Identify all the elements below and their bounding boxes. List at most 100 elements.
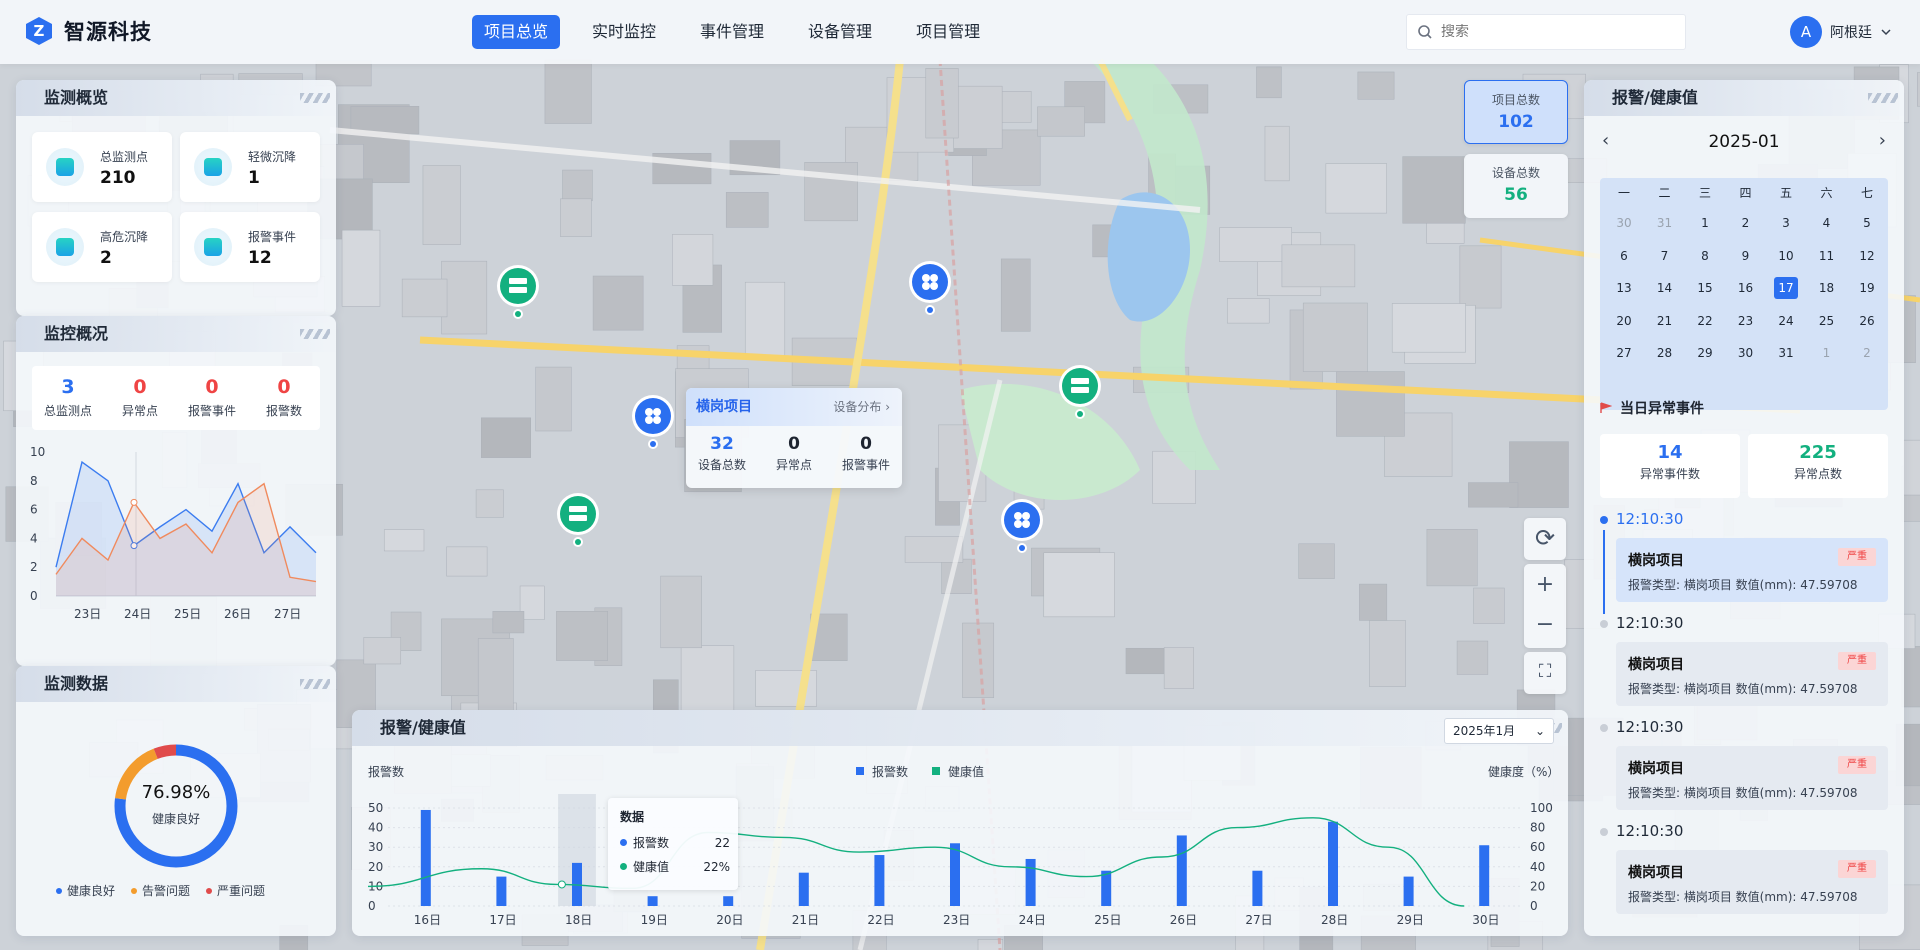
- calendar-day[interactable]: 11: [1815, 245, 1839, 267]
- alarm-health-bar-chart[interactable]: 报警数 健康度（%）报警数 健康值50 10040 8030 6020 4010 200 016…: [352, 746, 1568, 936]
- monitor-stat[interactable]: 0 报警事件: [176, 366, 248, 430]
- zoom-in-button[interactable]: +: [1524, 564, 1566, 606]
- refresh-button[interactable]: ⟳: [1524, 518, 1566, 560]
- calendar-day[interactable]: 20: [1612, 310, 1636, 332]
- building: [1000, 258, 1031, 332]
- event-title: 横岗项目: [1628, 865, 1684, 881]
- nav-item-devices[interactable]: 设备管理: [796, 15, 884, 49]
- calendar-day[interactable]: 1: [1693, 212, 1717, 234]
- user-menu[interactable]: A 阿根廷: [1790, 16, 1892, 48]
- cluster-icon: [909, 261, 951, 315]
- monitor-line-chart[interactable]: 10 8 6 4 2 0 23日 24日 25日 26日 27日: [26, 446, 326, 626]
- building: [1256, 66, 1282, 99]
- stat-card-alarm[interactable]: 报警事件 12: [180, 212, 320, 282]
- calendar-day[interactable]: 26: [1855, 310, 1879, 332]
- weekday-label: 六: [1820, 186, 1833, 200]
- fullscreen-button[interactable]: ⛶: [1524, 652, 1566, 694]
- nav-item-realtime[interactable]: 实时监控: [580, 15, 668, 49]
- calendar-day[interactable]: 12: [1855, 245, 1879, 267]
- alarm-bar: [1403, 876, 1414, 906]
- event-stat[interactable]: 225 异常点数: [1748, 434, 1888, 498]
- calendar-day[interactable]: 23: [1734, 310, 1758, 332]
- calendar-day[interactable]: 9: [1734, 245, 1758, 267]
- y-right-tick: 100: [1530, 801, 1553, 815]
- stat-label: 高危沉降: [100, 230, 149, 244]
- calendar-day[interactable]: 2: [1855, 342, 1879, 364]
- x-tick-label: 30日: [1472, 913, 1499, 927]
- nav-item-events[interactable]: 事件管理: [688, 15, 776, 49]
- calendar-day[interactable]: 29: [1693, 342, 1717, 364]
- health-donut-chart[interactable]: [106, 736, 246, 876]
- map-marker[interactable]: [908, 260, 952, 316]
- calendar-day[interactable]: 22: [1693, 310, 1717, 332]
- calendar-day[interactable]: 14: [1653, 277, 1677, 299]
- monitor-point-icon: [46, 148, 84, 186]
- building: [475, 489, 504, 518]
- map-marker[interactable]: [1000, 498, 1044, 554]
- event-section-title: 当日异常事件: [1600, 398, 1704, 418]
- calendar-day[interactable]: 17: [1774, 277, 1798, 299]
- device-count-card[interactable]: 设备总数 56: [1464, 154, 1568, 218]
- monitor-stat[interactable]: 0 报警数: [248, 366, 320, 430]
- search-input[interactable]: [1441, 24, 1675, 40]
- alarm-bar: [496, 876, 507, 906]
- nav-item-overview[interactable]: 项目总览: [472, 15, 561, 49]
- calendar-day[interactable]: 15: [1693, 277, 1717, 299]
- calendar-day[interactable]: 21: [1653, 310, 1677, 332]
- building: [1357, 71, 1395, 100]
- stat-card-danger[interactable]: 高危沉降 2: [32, 212, 172, 282]
- calendar-day[interactable]: 16: [1734, 277, 1758, 299]
- zoom-out-button[interactable]: −: [1524, 606, 1566, 648]
- next-month-button[interactable]: ›: [1879, 130, 1886, 151]
- calendar-day[interactable]: 30: [1734, 342, 1758, 364]
- monitor-stat[interactable]: 3 总监测点: [32, 366, 104, 430]
- calendar-day[interactable]: 25: [1815, 310, 1839, 332]
- calendar-day[interactable]: 6: [1612, 245, 1636, 267]
- monitor-stat[interactable]: 0 异常点: [104, 366, 176, 430]
- legend-label: 健康值: [948, 764, 984, 779]
- map-marker[interactable]: [631, 394, 675, 450]
- calendar-day[interactable]: 24: [1774, 310, 1798, 332]
- building: [680, 645, 735, 712]
- calendar-day[interactable]: 2: [1734, 212, 1758, 234]
- building: [1163, 647, 1195, 689]
- calendar-day[interactable]: 10: [1774, 245, 1798, 267]
- calendar-day[interactable]: 18: [1815, 277, 1839, 299]
- stat-value: 3: [61, 376, 75, 398]
- calendar-day[interactable]: 3: [1774, 212, 1798, 234]
- map-marker[interactable]: [556, 492, 600, 548]
- event-card[interactable]: 横岗项目 严重 报警类型: 横岗项目 数值(mm): 47.59708: [1616, 538, 1888, 602]
- calendar-day[interactable]: 13: [1612, 277, 1636, 299]
- y-tick-label: 0: [30, 589, 38, 603]
- building: [1336, 371, 1405, 437]
- stat-card-total[interactable]: 总监测点 210: [32, 132, 172, 202]
- calendar-day[interactable]: 7: [1653, 245, 1677, 267]
- calendar-day[interactable]: 1: [1815, 342, 1839, 364]
- map-marker[interactable]: [1058, 364, 1102, 420]
- calendar-day[interactable]: 31: [1774, 342, 1798, 364]
- event-stat[interactable]: 14 异常事件数: [1600, 434, 1740, 498]
- calendar-day[interactable]: 4: [1815, 212, 1839, 234]
- legend-swatch: [856, 767, 864, 775]
- calendar-day[interactable]: 19: [1855, 277, 1879, 299]
- device-distribution-link[interactable]: 设备分布 ›: [833, 388, 890, 426]
- calendar-day[interactable]: 8: [1693, 245, 1717, 267]
- project-count-card[interactable]: 项目总数 102: [1464, 80, 1568, 144]
- y-left-tick: 20: [368, 860, 383, 874]
- calendar-day[interactable]: 31: [1653, 212, 1677, 234]
- event-card[interactable]: 横岗项目 严重 报警类型: 横岗项目 数值(mm): 47.59708: [1616, 642, 1888, 706]
- logo[interactable]: Z 智源科技: [24, 16, 152, 46]
- monitor-title: 监控概况: [16, 316, 336, 352]
- month-select[interactable]: 2025年1月 ⌄: [1444, 718, 1554, 744]
- x-tick-label: 17日: [489, 913, 516, 927]
- calendar-day[interactable]: 5: [1855, 212, 1879, 234]
- calendar-day[interactable]: 27: [1612, 342, 1636, 364]
- nav-item-projects[interactable]: 项目管理: [904, 15, 992, 49]
- map-marker[interactable]: [496, 264, 540, 320]
- event-card[interactable]: 横岗项目 严重 报警类型: 横岗项目 数值(mm): 47.59708: [1616, 746, 1888, 810]
- event-card[interactable]: 横岗项目 严重 报警类型: 横岗项目 数值(mm): 47.59708: [1616, 850, 1888, 914]
- y-tick-label: 6: [30, 503, 38, 517]
- calendar-day[interactable]: 30: [1612, 212, 1636, 234]
- stat-card-minor[interactable]: 轻微沉降 1: [180, 132, 320, 202]
- calendar-day[interactable]: 28: [1653, 342, 1677, 364]
